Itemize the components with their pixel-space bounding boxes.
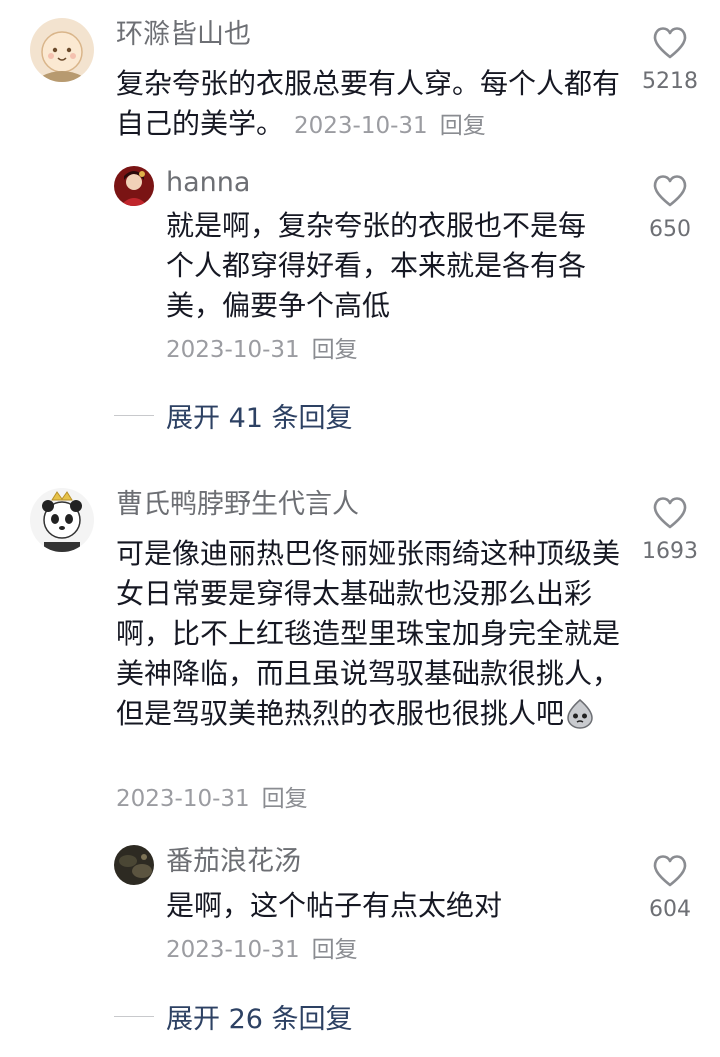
reply-button[interactable]: 回复 bbox=[440, 113, 486, 139]
red-portrait-avatar-icon bbox=[114, 166, 154, 206]
expand-replies-label: 展开 26 条回复 bbox=[166, 1004, 353, 1035]
expand-replies-button[interactable]: 展开 26 条回复 bbox=[114, 997, 353, 1036]
user-avatar[interactable] bbox=[114, 166, 154, 206]
user-avatar[interactable] bbox=[30, 18, 94, 82]
heart-icon bbox=[653, 175, 687, 207]
comment-meta: 2023-10-31 回复 bbox=[294, 113, 486, 139]
divider-line bbox=[114, 1016, 154, 1017]
like-button[interactable]: 650 bbox=[625, 174, 715, 243]
heart-icon bbox=[653, 497, 687, 529]
like-count: 1693 bbox=[642, 539, 698, 564]
dark-photo-avatar-icon bbox=[114, 845, 154, 885]
like-button[interactable]: 5218 bbox=[625, 26, 715, 95]
reply-button[interactable]: 回复 bbox=[262, 786, 308, 812]
comment-date: 2023-10-31 bbox=[294, 113, 428, 139]
comment-meta: 2023-10-31 回复 bbox=[116, 784, 308, 814]
expand-replies-button[interactable]: 展开 41 条回复 bbox=[114, 396, 353, 435]
like-count: 650 bbox=[649, 217, 691, 242]
like-button[interactable]: 604 bbox=[625, 854, 715, 923]
divider-line bbox=[114, 415, 154, 416]
heart-icon bbox=[653, 27, 687, 59]
sweat-emoji-icon bbox=[564, 697, 596, 729]
username[interactable]: 环滁皆山也 bbox=[116, 18, 251, 52]
reply-meta: 2023-10-31 回复 bbox=[166, 335, 358, 365]
reply-meta: 2023-10-31 回复 bbox=[166, 935, 358, 965]
cartoon-face-avatar-icon bbox=[30, 18, 94, 82]
username[interactable]: 曹氏鸭脖野生代言人 bbox=[116, 488, 359, 522]
like-count: 604 bbox=[649, 897, 691, 922]
reply-date: 2023-10-31 bbox=[166, 337, 300, 363]
expand-replies-label: 展开 41 条回复 bbox=[166, 403, 353, 434]
like-button[interactable]: 1693 bbox=[625, 496, 715, 565]
user-avatar[interactable] bbox=[114, 845, 154, 885]
reply-text: 就是啊，复杂夸张的衣服也不是每个人都穿得好看，本来就是各有各美，偏要争个高低 bbox=[166, 209, 587, 322]
comment-body: 可是像迪丽热巴佟丽娅张雨绮这种顶级美女日常要是穿得太基础款也没那么出彩啊，比不上… bbox=[116, 537, 621, 730]
panda-crown-avatar-icon bbox=[30, 488, 94, 552]
comment-date: 2023-10-31 bbox=[116, 786, 250, 812]
username[interactable]: hanna bbox=[166, 166, 250, 200]
reply-button[interactable]: 回复 bbox=[312, 337, 358, 363]
heart-icon bbox=[653, 855, 687, 887]
username[interactable]: 番茄浪花汤 bbox=[166, 845, 301, 879]
reply-text: 是啊，这个帖子有点太绝对 bbox=[166, 889, 503, 922]
reply-button[interactable]: 回复 bbox=[312, 937, 358, 963]
like-count: 5218 bbox=[642, 69, 698, 94]
reply-date: 2023-10-31 bbox=[166, 937, 300, 963]
comment-text: 复杂夸张的衣服总要有人穿。每个人都有自己的美学。 2023-10-31 回复 bbox=[116, 64, 621, 146]
comment-text: 可是像迪丽热巴佟丽娅张雨绮这种顶级美女日常要是穿得太基础款也没那么出彩啊，比不上… bbox=[116, 534, 621, 734]
user-avatar[interactable] bbox=[30, 488, 94, 552]
